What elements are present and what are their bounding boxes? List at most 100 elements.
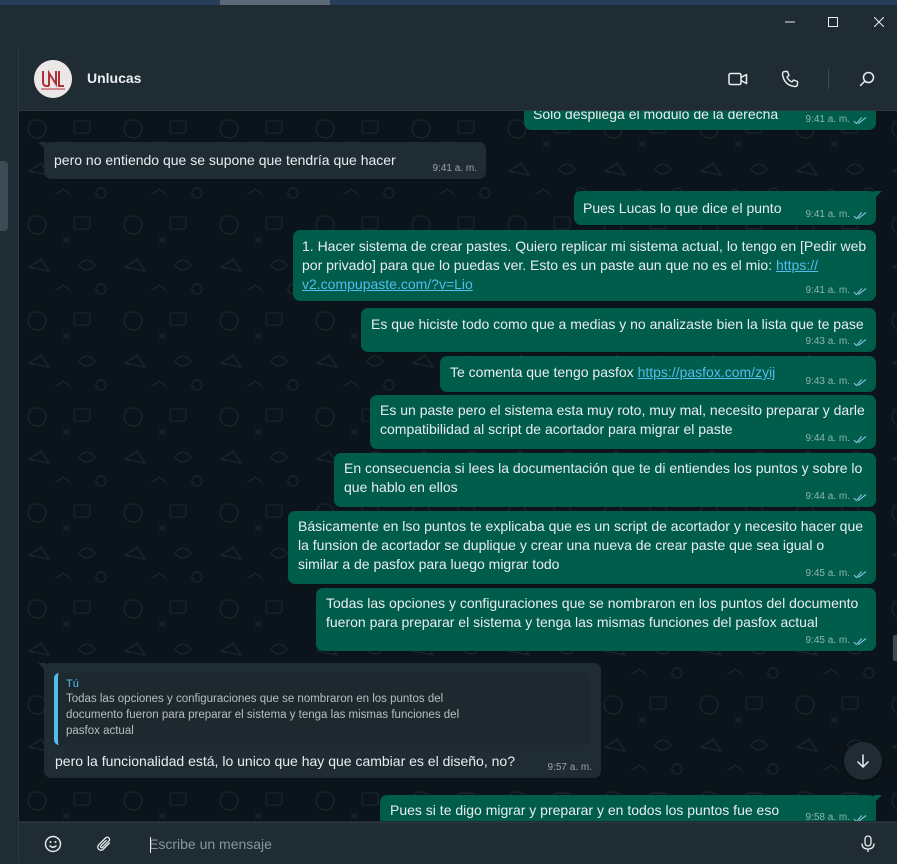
message-composer: [19, 822, 897, 864]
close-icon: [874, 17, 884, 27]
message-time: 9:45 a. m.: [805, 568, 850, 579]
read-ticks-icon: [853, 338, 867, 346]
message-bubble-outgoing[interactable]: Todas las opciones y configuraciones que…: [316, 588, 876, 651]
emoji-button[interactable]: [41, 832, 65, 856]
quoted-text: Todas las opciones y configuraciones que…: [66, 693, 460, 737]
read-ticks-icon: [853, 814, 867, 821]
taskbar-segment: [330, 0, 897, 5]
message-time: 9:41 a. m.: [432, 163, 477, 174]
read-ticks-icon: [853, 211, 867, 219]
message-text: 1. Hacer sistema de crear pastes. Quiero…: [302, 237, 867, 294]
left-rail: [0, 46, 19, 863]
message-bubble-outgoing[interactable]: En consecuencia si lees la documentación…: [334, 453, 876, 507]
message-time: 9:58 a. m.: [805, 812, 850, 821]
bubble-tail: [38, 663, 46, 671]
attach-button[interactable]: [92, 832, 116, 856]
quoted-message[interactable]: Tú Todas las opciones y configuraciones …: [54, 673, 590, 745]
message-meta: 9:43 a. m.: [806, 336, 867, 348]
message-meta: 9:44 a. m.: [806, 433, 867, 445]
text-caret: [150, 837, 151, 853]
video-call-icon: [728, 72, 748, 86]
attach-icon: [97, 836, 111, 851]
avatar[interactable]: [34, 60, 72, 98]
message-text: En consecuencia si lees la documentación…: [344, 460, 863, 495]
message-bubble-outgoing[interactable]: Solo despliega el modulo de la derecha 9…: [524, 111, 876, 130]
message-meta: 9:58 a. m.: [806, 812, 867, 821]
emoji-icon: [44, 835, 62, 853]
taskbar-segment-active: [220, 0, 330, 5]
message-bubble-outgoing[interactable]: Pues si te digo migrar y preparar y en t…: [380, 795, 882, 821]
quoted-author: Tú: [66, 678, 79, 690]
video-call-button[interactable]: [726, 67, 750, 91]
message-bubble-outgoing[interactable]: Es un paste pero el sistema esta muy rot…: [370, 395, 876, 449]
message-time: 9:41 a. m.: [805, 209, 850, 220]
read-ticks-icon: [853, 287, 867, 295]
message-bubble-outgoing[interactable]: Es que hiciste todo como que a medias y …: [361, 308, 876, 352]
message-link-continued[interactable]: v2.compupaste.com/?v=Lio: [302, 276, 473, 292]
voice-message-button[interactable]: [856, 832, 880, 856]
message-meta: 9:43 a. m.: [806, 376, 867, 388]
message-time: 9:41 a. m.: [805, 285, 850, 296]
unl-logo-icon: [34, 60, 72, 98]
voice-call-button[interactable]: [778, 67, 802, 91]
message-meta: 9:45 a. m.: [806, 635, 867, 647]
message-text: Es que hiciste todo como que a medias y …: [371, 316, 864, 332]
message-link[interactable]: https://: [776, 257, 818, 273]
message-bubble-incoming-reply[interactable]: Tú Todas las opciones y configuraciones …: [38, 663, 601, 778]
close-window-button[interactable]: [856, 6, 897, 38]
message-link[interactable]: https://pasfox.com/zyij: [638, 364, 776, 380]
message-meta: 9:44 a. m.: [806, 491, 867, 503]
bubble-tail: [874, 795, 882, 803]
header-divider: [828, 69, 829, 89]
voice-call-icon: [781, 70, 799, 88]
message-time: 9:41 a. m.: [805, 114, 850, 125]
message-time: 9:45 a. m.: [805, 635, 850, 646]
message-meta: 9:41 a. m.: [806, 209, 867, 221]
maximize-icon: [828, 17, 838, 27]
message-bubble-outgoing[interactable]: Básicamente en lso puntos te explicaba q…: [288, 511, 876, 584]
message-time: 9:43 a. m.: [805, 336, 850, 347]
message-text: Es un paste pero el sistema esta muy rot…: [380, 402, 865, 437]
message-text: pero la funcionalidad está, lo unico que…: [55, 753, 515, 769]
message-bubble-incoming[interactable]: pero no entiendo que se supone que tendr…: [38, 142, 486, 179]
rail-handle[interactable]: [0, 161, 8, 231]
maximize-button[interactable]: [810, 6, 856, 38]
message-text: pero no entiendo que se supone que tendr…: [54, 152, 396, 168]
minimize-button[interactable]: [767, 6, 813, 38]
read-ticks-icon: [853, 116, 867, 124]
message-time: 9:44 a. m.: [805, 491, 850, 502]
message-input[interactable]: [149, 831, 839, 857]
scroll-to-bottom-button[interactable]: [844, 742, 882, 780]
contact-name[interactable]: Unlucas: [87, 70, 141, 86]
search-button[interactable]: [855, 67, 879, 91]
message-bubble-outgoing[interactable]: Pues Lucas lo que dice el punto 9:41 a. …: [574, 191, 882, 225]
read-ticks-icon: [853, 435, 867, 443]
read-ticks-icon: [853, 378, 867, 386]
minimize-icon: [785, 21, 795, 23]
read-ticks-icon: [853, 637, 867, 645]
message-meta: 9:57 a. m.: [548, 762, 592, 774]
read-ticks-icon: [853, 493, 867, 501]
window-titlebar: [0, 6, 897, 46]
message-meta: 9:45 a. m.: [806, 568, 867, 580]
arrow-down-icon: [856, 754, 870, 769]
message-meta: 9:41 a. m.: [806, 285, 867, 297]
message-meta: 9:41 a. m.: [433, 163, 477, 175]
message-text: Pues si te digo migrar y preparar y en t…: [390, 802, 780, 818]
scrollbar-thumb[interactable]: [893, 635, 897, 661]
bubble-tail: [38, 142, 46, 150]
chat-area[interactable]: Solo despliega el modulo de la derecha 9…: [19, 111, 897, 821]
message-bubble-outgoing[interactable]: Te comenta que tengo pasfox https://pasf…: [440, 356, 876, 392]
taskbar-segment: [0, 0, 220, 5]
message-text: Básicamente en lso puntos te explicaba q…: [298, 518, 864, 572]
message-meta: 9:41 a. m.: [806, 114, 867, 126]
message-bubble-outgoing[interactable]: 1. Hacer sistema de crear pastes. Quiero…: [293, 230, 876, 301]
search-icon: [859, 71, 875, 87]
message-text: Te comenta que tengo pasfox https://pasf…: [450, 363, 866, 382]
bubble-tail: [874, 191, 882, 199]
read-ticks-icon: [853, 570, 867, 578]
chat-header: Unlucas: [19, 47, 897, 111]
microphone-icon: [861, 835, 875, 852]
message-time: 9:43 a. m.: [805, 376, 850, 387]
message-body: Te comenta que tengo pasfox: [450, 364, 638, 380]
